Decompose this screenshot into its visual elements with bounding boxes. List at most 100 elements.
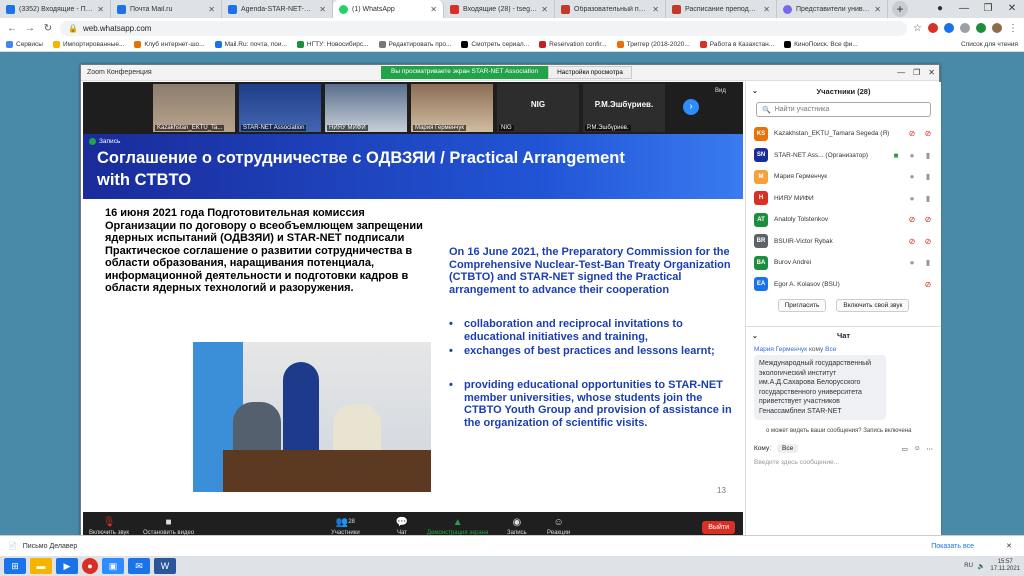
- extension-icon[interactable]: [960, 23, 970, 33]
- participant-row[interactable]: AT Anatoly Tolstenkov ⊘ ⊘: [746, 209, 941, 231]
- participant-row[interactable]: Н НИЯУ МИФИ ● ▮: [746, 188, 941, 210]
- bookmark-item[interactable]: Reservation confir...: [539, 40, 607, 48]
- close-icon[interactable]: ✕: [928, 65, 935, 81]
- invite-button[interactable]: Пригласить: [777, 299, 827, 312]
- media-icon[interactable]: ▶: [56, 558, 78, 574]
- chat-visibility-note[interactable]: о может видеть ваши сообщения? Запись вк…: [746, 420, 941, 434]
- participant-row[interactable]: BR BSUIR-Victor Rybak ⊘ ⊘: [746, 231, 941, 253]
- browser-tab[interactable]: Agenda-STAR-NET-GA-202✕: [222, 0, 333, 18]
- bookmark-item[interactable]: Импортированные...: [52, 40, 124, 48]
- portal-icon: [561, 4, 570, 14]
- video-thumbnail[interactable]: Kazakhstan_EKTU_Ta...: [153, 84, 235, 132]
- mail-icon[interactable]: ✉: [128, 558, 150, 574]
- chevron-down-icon[interactable]: ⌄: [752, 87, 758, 95]
- reading-list[interactable]: Список для чтения: [961, 41, 1018, 48]
- explorer-icon[interactable]: ▬: [30, 558, 52, 574]
- browser-tab-active[interactable]: (1) WhatsApp ✕: [333, 0, 444, 18]
- video-thumbnail[interactable]: Р.М.Эшбүриев. Р.М.Эшбүриев.: [583, 84, 665, 132]
- minimize-icon[interactable]: —: [897, 65, 905, 81]
- bookmark-item[interactable]: Триггер (2018-2020...: [616, 40, 690, 48]
- bookmark-item[interactable]: НГТУ: Новосибирс...: [296, 40, 369, 48]
- close-icon[interactable]: ✕: [874, 5, 881, 14]
- reactions-button[interactable]: ☺ Реакции: [547, 516, 570, 537]
- view-options-button[interactable]: Настройки просмотра: [548, 66, 632, 79]
- share-screen-button[interactable]: ▲ Демонстрация экрана: [427, 516, 488, 537]
- back-icon[interactable]: ←: [6, 23, 18, 34]
- bookmark-item[interactable]: Mail.Ru: почта, пои...: [214, 40, 287, 48]
- extension-icon[interactable]: [928, 23, 938, 33]
- participants-button[interactable]: 👥 28 Участники: [331, 516, 360, 537]
- chat-button[interactable]: 💬 Чат: [395, 516, 409, 537]
- video-thumbnail[interactable]: NIG NIG: [497, 84, 579, 132]
- start-icon[interactable]: ⊞: [4, 558, 26, 574]
- file-icon[interactable]: ▭: [902, 445, 908, 453]
- star-icon[interactable]: ☆: [913, 23, 922, 34]
- browser-tab[interactable]: Входящие (28) - tsegeda@✕: [444, 0, 555, 18]
- zoom-icon[interactable]: ▣: [102, 558, 124, 574]
- unmute-button[interactable]: 🎙 Включить звук: [89, 516, 129, 537]
- people-icon: 👥 28: [335, 516, 355, 528]
- profile-icon[interactable]: ●: [928, 0, 952, 18]
- close-window-icon[interactable]: ✕: [1000, 0, 1024, 18]
- browser-tab[interactable]: Почта Mail.ru ✕: [111, 0, 222, 18]
- bookmark-item[interactable]: Смотреть сериал...: [461, 40, 529, 48]
- more-icon[interactable]: ⋯: [927, 445, 934, 453]
- close-icon[interactable]: ✕: [763, 5, 770, 14]
- clock[interactable]: 15:57 17.11.2021: [990, 559, 1020, 573]
- bookmark-item[interactable]: Клуб интернет-шо...: [134, 40, 205, 48]
- participant-row[interactable]: BA Burov Andrei ● ▮: [746, 252, 941, 274]
- show-all-button[interactable]: Показать все: [931, 543, 974, 550]
- stop-video-button[interactable]: ■ Остановить видео: [143, 516, 194, 537]
- url-field[interactable]: 🔒 web.whatsapp.com: [60, 20, 908, 36]
- speaker-icon[interactable]: 🔈: [978, 563, 985, 570]
- next-page-button[interactable]: ›: [683, 99, 699, 115]
- close-icon[interactable]: ✕: [1006, 542, 1012, 550]
- browser-tab[interactable]: Представители универси ✕: [777, 0, 888, 18]
- avatar[interactable]: [992, 23, 1002, 33]
- participant-row[interactable]: SN STAR-NET Ass... (Организатор) ■ ● ▮: [746, 145, 941, 167]
- video-thumbnail[interactable]: НИЯУ МИФИ: [325, 84, 407, 132]
- leave-button[interactable]: Выйти: [702, 521, 735, 534]
- video-thumbnail[interactable]: STAR-NET Association: [239, 84, 321, 132]
- record-button[interactable]: ◉ Запись: [507, 516, 527, 537]
- participant-search-input[interactable]: 🔍 Найти участника: [756, 102, 931, 117]
- camera-icon: ■: [165, 516, 172, 528]
- close-icon[interactable]: ✕: [319, 5, 326, 14]
- bookmark-item[interactable]: Сервисы: [6, 40, 43, 48]
- bookmark-item[interactable]: КиноПоиск. Все фи...: [784, 40, 858, 48]
- browser-tab[interactable]: Образовательный портал✕: [555, 0, 666, 18]
- chrome-icon[interactable]: ●: [82, 558, 98, 574]
- close-icon[interactable]: ✕: [652, 5, 659, 14]
- chat-input[interactable]: Введите здесь сообщение...: [746, 453, 941, 472]
- browser-tab[interactable]: Расписание преподавате ✕: [666, 0, 777, 18]
- emoji-icon[interactable]: ☺: [914, 445, 921, 452]
- video-thumbnail[interactable]: Мария Герменчук: [411, 84, 493, 132]
- maximize-icon[interactable]: ❐: [976, 0, 1000, 18]
- unmute-me-button[interactable]: Включить свой звук: [836, 299, 910, 312]
- maximize-icon[interactable]: ❐: [913, 65, 920, 81]
- reload-icon[interactable]: ↻: [42, 23, 54, 34]
- minimize-icon[interactable]: —: [952, 0, 976, 18]
- extension-icon[interactable]: [944, 23, 954, 33]
- close-icon[interactable]: ✕: [430, 5, 437, 14]
- close-icon[interactable]: ✕: [541, 5, 548, 14]
- participant-row[interactable]: M Мария Герменчук ● ▮: [746, 166, 941, 188]
- bookmark-item[interactable]: Редактировать про...: [378, 40, 451, 48]
- extension-icon[interactable]: [976, 23, 986, 33]
- view-toggle[interactable]: Вид: [715, 88, 726, 94]
- new-tab-button[interactable]: +: [892, 1, 908, 17]
- close-icon[interactable]: ✕: [97, 5, 104, 14]
- close-icon[interactable]: ✕: [208, 5, 215, 14]
- word-icon[interactable]: W: [154, 558, 176, 574]
- chevron-down-icon[interactable]: ⌄: [752, 332, 758, 340]
- forward-icon[interactable]: →: [24, 23, 36, 34]
- browser-tab[interactable]: (3352) Входящие - Почта ✕: [0, 0, 111, 18]
- participant-row[interactable]: KS Kazakhstan_EKTU_Tamara Segeda (Я) ⊘ ⊘: [746, 123, 941, 145]
- menu-icon[interactable]: ⋮: [1008, 23, 1018, 34]
- language-indicator[interactable]: RU: [964, 563, 973, 569]
- participant-row[interactable]: EA Egor A. Kolasov (BSU) ⊘: [746, 274, 941, 296]
- slide-right-heading: On 16 June 2021, the Preparatory Commiss…: [449, 246, 731, 296]
- chat-header: ⌄ Чат: [746, 326, 941, 344]
- recipient-select[interactable]: Все: [777, 444, 799, 453]
- bookmark-item[interactable]: Работа в Казахстан...: [699, 40, 774, 48]
